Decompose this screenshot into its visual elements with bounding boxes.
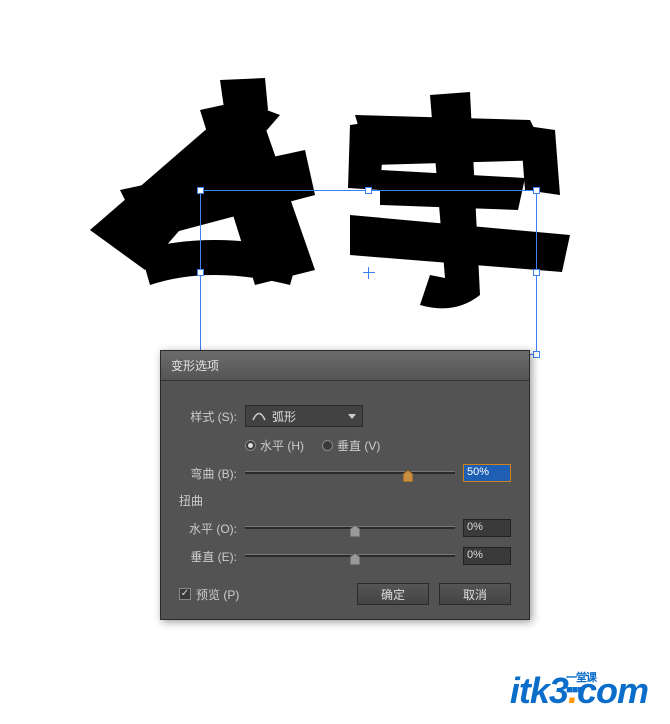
watermark: 一堂课■■■ itk3.com <box>510 670 648 712</box>
warp-options-dialog: 变形选项 样式 (S): 弧形 水平 (H) 垂直 (V) 弯曲 (B): <box>160 350 530 620</box>
h-distort-slider[interactable] <box>245 519 455 537</box>
slider-thumb-icon[interactable] <box>403 470 413 482</box>
center-point-icon[interactable] <box>365 269 373 277</box>
selection-bounding-box[interactable] <box>200 190 537 355</box>
arc-icon <box>252 411 266 421</box>
resize-handle-bottom-right[interactable] <box>533 351 540 358</box>
resize-handle-middle-right[interactable] <box>533 269 540 276</box>
bend-label: 弯曲 (B): <box>179 465 237 482</box>
v-distort-row: 垂直 (E): 0% <box>179 547 511 565</box>
v-distort-label: 垂直 (E): <box>179 548 237 565</box>
radio-horizontal[interactable]: 水平 (H) <box>245 437 304 454</box>
distort-section-label: 扭曲 <box>179 492 511 509</box>
preview-label: 预览 (P) <box>196 586 239 603</box>
chevron-down-icon <box>348 414 356 419</box>
resize-handle-top-right[interactable] <box>533 187 540 194</box>
radio-vertical[interactable]: 垂直 (V) <box>322 437 380 454</box>
bend-slider[interactable] <box>245 464 455 482</box>
ok-button[interactable]: 确定 <box>357 583 429 605</box>
resize-handle-middle-left[interactable] <box>197 269 204 276</box>
v-distort-value-input[interactable]: 0% <box>463 547 511 565</box>
style-row: 样式 (S): 弧形 <box>179 405 511 427</box>
h-distort-row: 水平 (O): 0% <box>179 519 511 537</box>
cancel-button[interactable]: 取消 <box>439 583 511 605</box>
style-label: 样式 (S): <box>179 408 237 425</box>
slider-thumb-icon[interactable] <box>350 553 360 565</box>
h-distort-label: 水平 (O): <box>179 520 237 537</box>
resize-handle-top-middle[interactable] <box>365 187 372 194</box>
orientation-radios: 水平 (H) 垂直 (V) <box>245 437 511 454</box>
check-icon: ✓ <box>179 588 191 600</box>
radio-horizontal-label: 水平 (H) <box>260 437 304 454</box>
resize-handle-top-left[interactable] <box>197 187 204 194</box>
preview-checkbox[interactable]: ✓ 预览 (P) <box>179 586 239 603</box>
radio-vertical-label: 垂直 (V) <box>337 437 380 454</box>
dialog-title[interactable]: 变形选项 <box>161 351 529 381</box>
dialog-body: 样式 (S): 弧形 水平 (H) 垂直 (V) 弯曲 (B): <box>161 381 529 619</box>
v-distort-slider[interactable] <box>245 547 455 565</box>
watermark-brand: itk3 <box>510 670 568 711</box>
slider-thumb-icon[interactable] <box>350 525 360 537</box>
style-dropdown[interactable]: 弧形 <box>245 405 363 427</box>
h-distort-value-input[interactable]: 0% <box>463 519 511 537</box>
bend-value-input[interactable]: 50% <box>463 464 511 482</box>
style-value: 弧形 <box>272 408 344 425</box>
radio-dot-icon <box>322 440 333 451</box>
radio-dot-icon <box>245 440 256 451</box>
dialog-button-row: ✓ 预览 (P) 确定 取消 <box>179 583 511 605</box>
bend-row: 弯曲 (B): 50% <box>179 464 511 482</box>
canvas-area <box>50 60 620 330</box>
watermark-tag: 一堂课■■■ <box>566 672 596 696</box>
